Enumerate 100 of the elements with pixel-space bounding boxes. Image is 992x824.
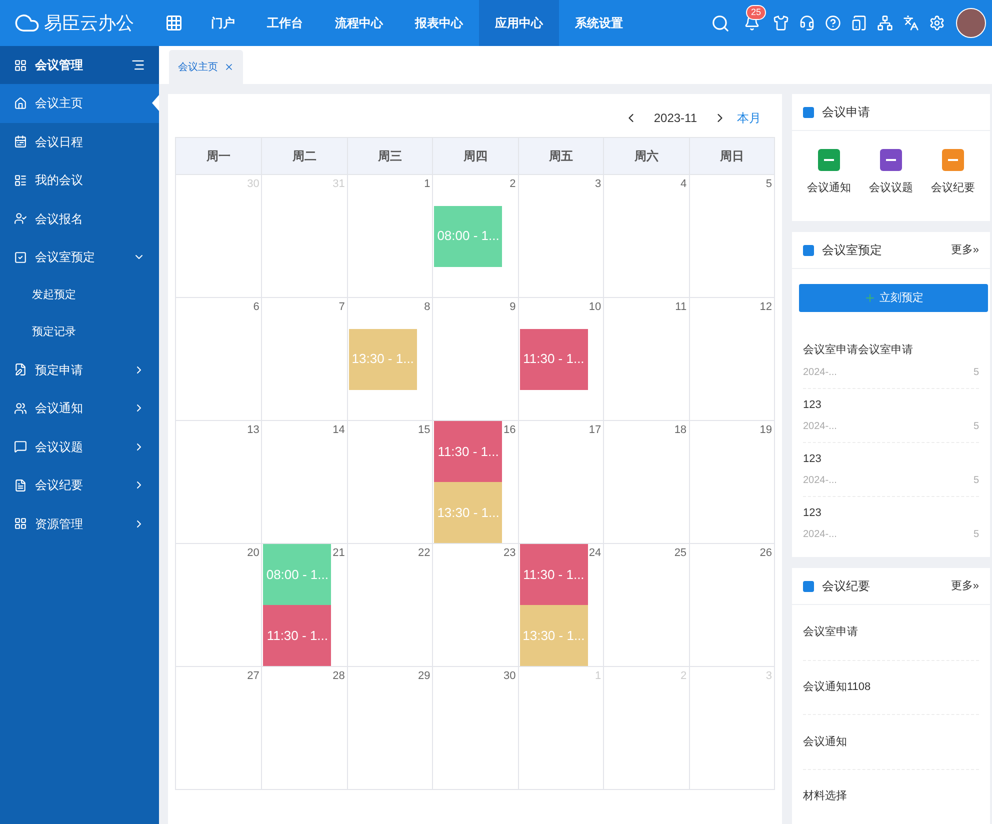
day-cell[interactable]: 24 11:30 - 1... 13:30 - 1... [518, 543, 604, 666]
event-block[interactable]: 11:30 - 1... [520, 544, 588, 605]
calendar-icon [14, 135, 27, 148]
nav-tab[interactable]: 流程中心 [319, 0, 399, 46]
headset-icon[interactable] [799, 15, 815, 31]
plus-icon [864, 292, 876, 304]
sidebar-item[interactable]: 会议报名 [0, 200, 159, 238]
sidebar-item[interactable]: 会议日程 [0, 122, 159, 161]
day-cell[interactable]: 22 [346, 543, 432, 666]
minutes-title[interactable]: 会议通知1108 [803, 679, 871, 696]
sidebar-item[interactable]: 我的会议 [0, 161, 159, 200]
day-cell[interactable]: 11 [603, 297, 689, 420]
day-cell[interactable]: 2 08:00 - 1... [432, 174, 518, 297]
day-cell[interactable]: 26 [688, 543, 774, 666]
day-cell[interactable]: 17 [518, 420, 604, 543]
day-cell[interactable]: 13 [176, 420, 262, 543]
sidebar-label: 资源管理 [35, 516, 84, 533]
nav-tab[interactable]: 系统设置 [559, 0, 639, 46]
collapse-icon[interactable] [131, 58, 145, 72]
booking-date: 2024-... [803, 528, 837, 542]
day-cell[interactable]: 23 [432, 543, 518, 666]
day-number: 15 [418, 423, 430, 438]
shortcut-button[interactable]: 会议议题 [869, 149, 913, 196]
nav-tab[interactable]: 工作台 [251, 0, 319, 46]
day-cell[interactable]: 20 [176, 543, 262, 666]
more-link[interactable]: 更多» [950, 242, 979, 258]
event-block[interactable]: 11:30 - 1... [263, 605, 332, 666]
bell-icon[interactable] [744, 15, 760, 31]
sidebar-title: 会议管理 [35, 57, 84, 74]
avatar-placeholder[interactable] [956, 8, 986, 38]
booking-title[interactable]: 123 [803, 450, 979, 468]
day-cell[interactable]: 5 [688, 174, 774, 297]
more-link[interactable]: 更多» [950, 578, 979, 594]
checkbox-icon [14, 250, 27, 264]
day-cell[interactable]: 28 [261, 666, 347, 789]
event-block[interactable]: 11:30 - 1... [520, 328, 588, 390]
booking-title[interactable]: 123 [803, 396, 979, 414]
day-cell[interactable]: 15 [346, 420, 432, 543]
day-number: 30 [503, 669, 516, 684]
sidebar-item[interactable]: 预定申请 [0, 350, 159, 389]
close-icon[interactable] [224, 62, 234, 72]
day-cell[interactable]: 10 11:30 - 1... [518, 297, 604, 420]
search-icon[interactable] [711, 14, 730, 32]
event-block[interactable]: 11:30 - 1... [434, 421, 502, 482]
page-tab[interactable]: 会议主页 [169, 50, 243, 84]
day-cell[interactable]: 30 [432, 666, 518, 789]
sidebar-item[interactable]: 会议室预定 [0, 238, 159, 276]
day-cell[interactable]: 3 [518, 174, 604, 297]
day-cell[interactable]: 12 [688, 297, 774, 420]
minutes-title[interactable]: 会议室申请 [803, 624, 858, 640]
users-icon [14, 402, 27, 415]
current-month-link[interactable]: 本月 [737, 109, 761, 127]
shortcut-button[interactable]: 会议纪要 [931, 149, 975, 196]
day-cell[interactable]: 25 [603, 543, 689, 666]
sidebar-item[interactable]: 会议主页 [0, 84, 159, 122]
weekday-header: 周日 [688, 138, 774, 174]
day-cell[interactable]: 29 [346, 666, 432, 789]
day-cell[interactable]: 27 [176, 666, 262, 789]
sidebar-item[interactable]: 会议议题 [0, 428, 159, 466]
day-cell[interactable]: 16 11:30 - 1... 13:30 - 1... [432, 420, 518, 543]
day-cell[interactable]: 14 [261, 420, 347, 543]
translate-icon[interactable] [903, 15, 919, 31]
minutes-title[interactable]: 会议通知 [803, 734, 847, 750]
shortcut-button[interactable]: 会议通知 [807, 149, 851, 196]
card-title: 会议申请 [822, 104, 871, 121]
sidebar-subitem[interactable]: 发起预定 [0, 276, 159, 314]
shirt-icon[interactable] [773, 15, 789, 31]
help-icon[interactable] [825, 15, 841, 31]
user-check-icon [14, 212, 27, 226]
book-now-button[interactable]: 立刻预定 [799, 284, 988, 312]
day-cell[interactable]: 4 [603, 174, 689, 297]
nav-tab[interactable]: 报表中心 [399, 0, 479, 46]
day-cell[interactable]: 8 13:30 - 1... [346, 297, 432, 420]
day-cell[interactable]: 9 [432, 297, 518, 420]
sidebar-label: 会议议题 [35, 438, 84, 456]
day-cell[interactable]: 19 [688, 420, 774, 543]
month-label: 2023-11 [652, 110, 698, 127]
tablet-icon[interactable] [851, 15, 867, 31]
sidebar-label: 会议室预定 [35, 249, 96, 266]
minutes-title[interactable]: 材料选择 [803, 788, 847, 804]
booking-title[interactable]: 123 [803, 504, 979, 522]
day-cell[interactable]: 1 [346, 174, 432, 297]
day-cell[interactable]: 21 08:00 - 1... 11:30 - 1... [261, 543, 347, 666]
home-icon [14, 96, 27, 110]
day-cell[interactable]: 7 [261, 297, 347, 420]
apps-grid-icon[interactable] [165, 14, 183, 32]
day-cell[interactable]: 18 [603, 420, 689, 543]
nav-tab[interactable]: 应用中心 [479, 0, 559, 46]
day-cell[interactable]: 6 [176, 297, 262, 420]
sidebar-item[interactable]: 会议通知 [0, 389, 159, 428]
settings-icon[interactable] [929, 15, 945, 31]
sitemap-icon[interactable] [877, 15, 893, 31]
booking-date: 2024-... [803, 366, 837, 380]
booking-title[interactable]: 会议室申请会议室申请 [803, 342, 979, 359]
sidebar-item[interactable]: 会议纪要 [0, 466, 159, 504]
booking-date: 2024-... [803, 474, 837, 488]
sidebar-subitem[interactable]: 预定记录 [0, 314, 159, 350]
nav-tab[interactable]: 门户 [195, 0, 251, 46]
sidebar-item[interactable]: 资源管理 [0, 504, 159, 543]
day-number: 3 [595, 177, 602, 192]
